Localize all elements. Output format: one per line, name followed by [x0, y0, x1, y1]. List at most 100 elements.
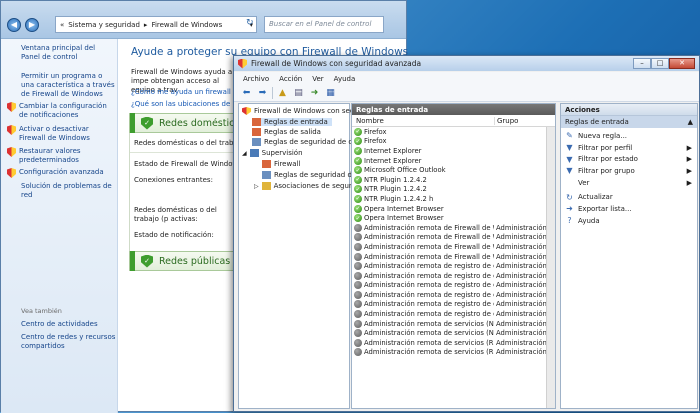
action-item[interactable]: ↻ Actualizar [561, 191, 697, 203]
sidebar-item-restore-defaults[interactable]: Restaurar valores predeterminados [7, 147, 115, 165]
tree-label: Firewall [274, 160, 301, 168]
table-row[interactable]: ✓ Internet Explorer [352, 156, 555, 166]
table-row[interactable]: Administración remota de servicios (NP .… [352, 319, 555, 329]
table-row[interactable]: ✓ NTR Plugin 1.2.4.2 h [352, 194, 555, 204]
column-name[interactable]: Nombre [352, 117, 494, 125]
action-item[interactable]: ➜ Exportar lista... [561, 203, 697, 215]
rule-group-cell: Administración re [496, 281, 554, 290]
back-button[interactable]: ◀ [7, 18, 21, 32]
status-bar [130, 251, 135, 271]
see-also-action-center[interactable]: Centro de actividades [21, 320, 116, 329]
maximize-button[interactable]: □ [651, 58, 669, 69]
table-row[interactable]: Administración remota de Firewall de Wi.… [352, 242, 555, 252]
action-item[interactable]: ▼ Filtrar por grupo ▶ [561, 165, 697, 177]
network-locations-link[interactable]: ¿Qué son las ubicaciones de red? [131, 100, 248, 108]
action-item[interactable]: ? Ayuda [561, 215, 697, 227]
up-folder-icon[interactable]: ▲ [276, 87, 289, 100]
toolbar: ⬅ ➡ ▲ ▤ ➜ ▦ [234, 85, 699, 102]
menu-file[interactable]: Archivo [243, 75, 269, 83]
control-panel-titlebar: ◀ ▶ « Sistema y seguridad ▸ Firewall de … [1, 1, 406, 39]
table-row[interactable]: ✓ Internet Explorer [352, 146, 555, 156]
tree-item-inbound-rules[interactable]: Reglas de entrada [252, 118, 332, 126]
action-item[interactable]: ✎ Nueva regla... [561, 130, 697, 142]
toolbar-divider [272, 87, 273, 99]
table-row[interactable]: ✓ Opera Internet Browser [352, 204, 555, 214]
table-row[interactable]: ✓ Firefox [352, 127, 555, 137]
breadcrumb-item[interactable]: Sistema y seguridad [68, 21, 140, 29]
connection-security-icon [252, 138, 261, 146]
menu-view[interactable]: Ver [312, 75, 323, 83]
shield-icon [7, 168, 16, 178]
table-row[interactable]: Administración remota de registro de ev.… [352, 309, 555, 319]
tree-item-security-associations[interactable]: ▷ Asociaciones de segurid [254, 182, 358, 190]
sidebar-item-advanced-settings[interactable]: Configuración avanzada [7, 168, 115, 178]
table-row[interactable]: ✓ Microsoft Office Outlook [352, 165, 555, 175]
help-icon: ? [567, 216, 572, 226]
incoming-connections-label: Conexiones entrantes: [134, 176, 213, 184]
tree-item-connection-security[interactable]: Reglas de seguridad de con [252, 138, 361, 146]
tree-item-outbound-rules[interactable]: Reglas de salida [252, 128, 321, 136]
table-row[interactable]: Administración remota de servicios (RPC)… [352, 348, 555, 358]
enabled-check-icon: ✓ [354, 146, 362, 155]
forward-arrow-icon[interactable]: ➡ [256, 87, 269, 100]
rule-group-cell: Administración re [496, 252, 554, 261]
outbound-rules-icon [252, 128, 261, 136]
sidebar-item-troubleshoot[interactable]: Solución de problemas de red [21, 182, 116, 200]
action-item[interactable]: ▼ Filtrar por estado ▶ [561, 153, 697, 165]
breadcrumb-item[interactable]: Firewall de Windows [151, 21, 222, 29]
actions-section[interactable]: Reglas de entrada ▲ [561, 116, 697, 128]
table-row[interactable]: ✓ NTR Plugin 1.2.4.2 [352, 185, 555, 195]
menu-action[interactable]: Acción [279, 75, 302, 83]
rule-name-cell: Administración remota de registro de ev.… [352, 290, 494, 299]
table-row[interactable]: Administración remota de registro de ev.… [352, 281, 555, 291]
export-list-icon[interactable]: ➜ [308, 87, 321, 100]
see-also-network-center[interactable]: Centro de redes y recursos compartidos [21, 333, 116, 351]
rule-group-cell: Administración re [496, 242, 554, 251]
address-bar[interactable]: « Sistema y seguridad ▸ Firewall de Wind… [55, 16, 257, 33]
export-icon: ➜ [566, 204, 573, 214]
properties-icon[interactable]: ▦ [324, 87, 337, 100]
minimize-button[interactable]: – [633, 58, 651, 69]
sidebar-item-notifications[interactable]: Cambiar la configuración de notificacion… [7, 102, 115, 120]
close-button[interactable]: ✕ [669, 58, 695, 69]
rule-name-cell: ✓ Opera Internet Browser [352, 214, 494, 223]
sidebar-item-home[interactable]: Ventana principal del Panel de control [21, 44, 116, 62]
tree-root[interactable]: Firewall de Windows con segur [242, 107, 362, 115]
back-arrow-icon[interactable]: ⬅ [240, 87, 253, 100]
refresh-icon[interactable]: ↻ [246, 18, 254, 28]
table-row[interactable]: ✓ Opera Internet Browser [352, 213, 555, 223]
rule-group-cell: Administración re [496, 262, 554, 271]
table-row[interactable]: Administración remota de Firewall de Wi.… [352, 252, 555, 262]
table-row[interactable]: Administración remota de Firewall de Wi.… [352, 233, 555, 243]
menu-help[interactable]: Ayuda [334, 75, 356, 83]
show-hide-tree-icon[interactable]: ▤ [292, 87, 305, 100]
rule-name: Administración remota de registro de ev.… [364, 281, 494, 290]
sidebar-item-toggle-firewall[interactable]: Activar o desactivar Firewall de Windows [7, 125, 115, 143]
search-input[interactable]: Buscar en el Panel de control [264, 16, 384, 33]
table-row[interactable]: Administración remota de Firewall de Wi.… [352, 223, 555, 233]
column-group[interactable]: Grupo [494, 116, 554, 125]
refresh-icon: ↻ [566, 192, 573, 202]
action-item[interactable]: Ver ▶ [561, 177, 697, 189]
table-row[interactable]: Administración remota de servicios (NP .… [352, 328, 555, 338]
table-row[interactable]: Administración remota de registro de ev.… [352, 271, 555, 281]
collapse-section-icon[interactable]: ▲ [688, 118, 693, 126]
tree-item-monitoring[interactable]: ◢ Supervisión [242, 149, 303, 157]
vertical-scrollbar[interactable] [546, 127, 555, 408]
rule-name: Opera Internet Browser [364, 214, 444, 223]
inbound-rules-icon [252, 118, 261, 126]
public-networks-title: Redes públicas [159, 255, 231, 267]
sidebar-item-allow-program[interactable]: Permitir un programa o una característic… [21, 72, 116, 99]
table-row[interactable]: Administración remota de registro de ev.… [352, 290, 555, 300]
tree-item-firewall[interactable]: Firewall [262, 160, 300, 168]
table-row[interactable]: ✓ Firefox [352, 137, 555, 147]
table-row[interactable]: Administración remota de servicios (RPC)… [352, 338, 555, 348]
table-row[interactable]: ✓ NTR Plugin 1.2.4.2 [352, 175, 555, 185]
green-shield-icon: ✓ [141, 254, 153, 268]
firewall-state-label: Estado de Firewall de Windows: [134, 160, 245, 168]
table-row[interactable]: Administración remota de registro de ev.… [352, 261, 555, 271]
security-rules-icon [262, 171, 271, 179]
forward-button[interactable]: ▶ [25, 18, 39, 32]
action-item[interactable]: ▼ Filtrar por perfil ▶ [561, 142, 697, 154]
table-row[interactable]: Administración remota de registro de ev.… [352, 300, 555, 310]
